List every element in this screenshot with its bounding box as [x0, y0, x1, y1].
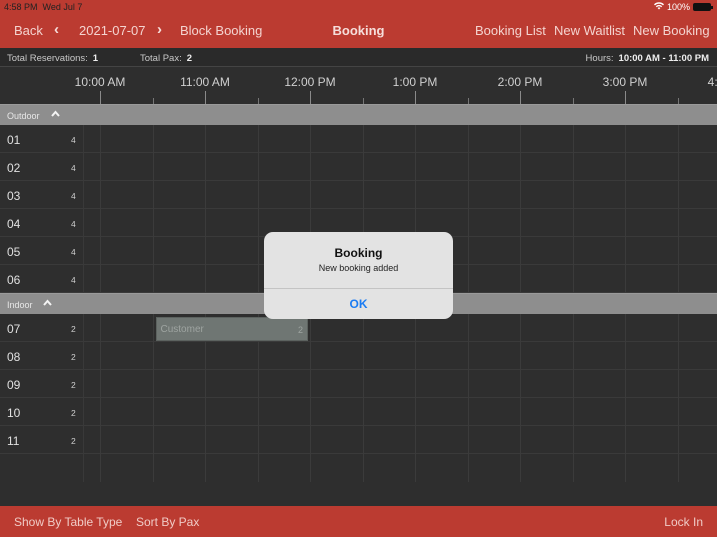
- alert-dialog: Booking New booking added OK: [264, 232, 453, 319]
- alert-title: Booking: [334, 246, 383, 260]
- modal-overlay: Booking New booking added OK: [0, 0, 717, 537]
- alert-ok-button[interactable]: OK: [264, 289, 453, 319]
- alert-message: New booking added: [318, 263, 399, 273]
